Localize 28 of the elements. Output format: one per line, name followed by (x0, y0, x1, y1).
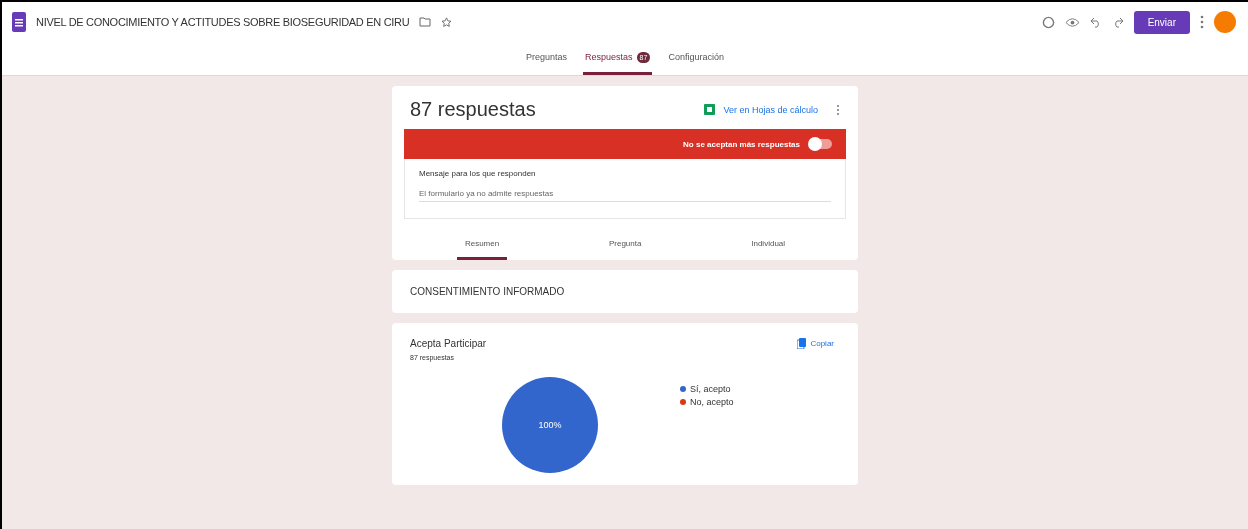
responses-count: 87 respuestas (410, 98, 536, 121)
star-icon[interactable] (441, 16, 453, 28)
slice-label: 100% (538, 420, 562, 430)
copy-icon (797, 338, 807, 349)
sheets-link[interactable]: Ver en Hojas de cálculo (723, 104, 818, 115)
copy-button[interactable]: Copiar (791, 337, 840, 350)
question-title: Acepta Participar (410, 338, 487, 349)
view-tab[interactable]: Individual (743, 237, 794, 260)
spreadsheet-icon[interactable] (704, 104, 716, 115)
legend-label: No, acepto (690, 396, 734, 407)
tab[interactable]: Configuración (666, 42, 726, 75)
more-icon[interactable] (1200, 15, 1204, 29)
undo-icon[interactable] (1089, 16, 1102, 28)
legend-label: Sí, acepto (690, 383, 731, 394)
tab[interactable]: Preguntas (524, 42, 570, 75)
view-tab[interactable]: Resumen (456, 237, 508, 260)
status-label: No se aceptan más respuestas (683, 139, 800, 149)
form-title: NIVEL DE CONOCIMIENTO Y ACTITUDES SOBRE BIOSEGURIDAD EN CIRU (36, 16, 410, 28)
send-button[interactable]: Enviar (1133, 10, 1190, 34)
eye-icon[interactable] (1064, 16, 1080, 28)
more-icon[interactable] (836, 103, 840, 116)
message-label: Mensaje para los que responden (419, 169, 537, 178)
accepting-toggle[interactable] (810, 139, 832, 149)
section-title: CONSENTIMIENTO INFORMADO (410, 285, 566, 299)
folder-icon[interactable] (419, 17, 432, 27)
view-tab[interactable]: Pregunta (600, 237, 650, 260)
forms-logo-icon[interactable] (12, 12, 26, 32)
avatar[interactable] (1214, 11, 1236, 33)
